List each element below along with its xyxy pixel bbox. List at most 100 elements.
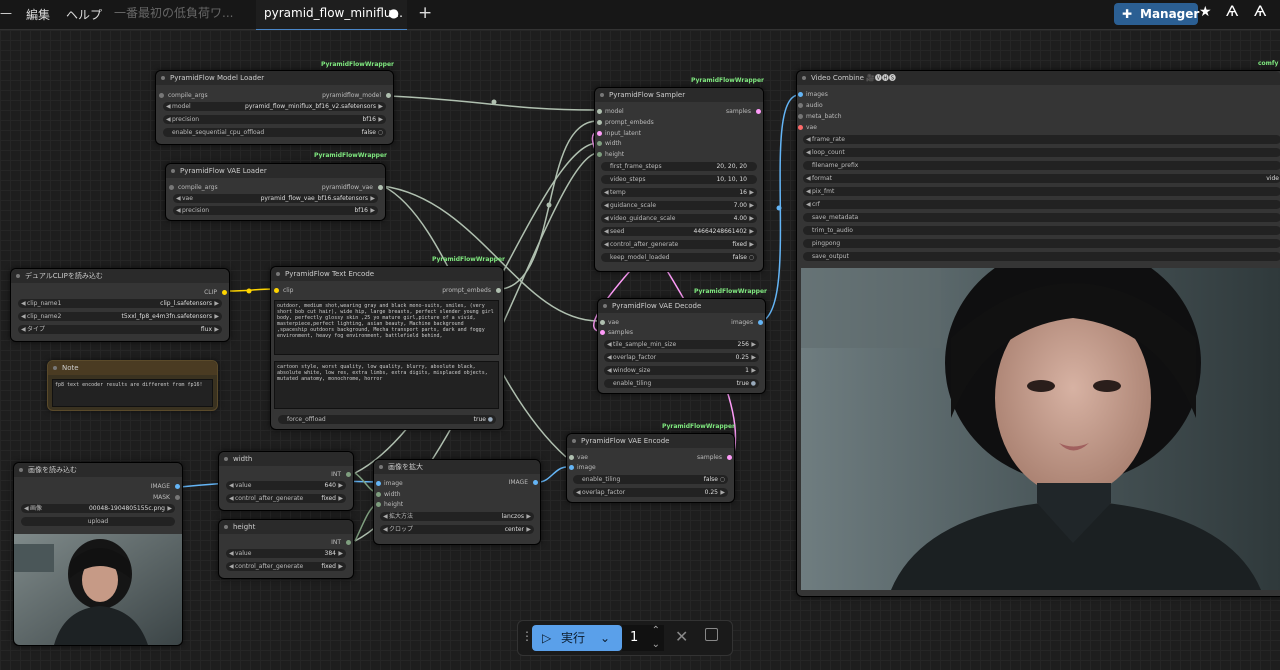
output-slot[interactable]	[346, 540, 351, 545]
run-button[interactable]: ▷ 実行 ⌄	[532, 625, 622, 651]
output-slot[interactable]	[378, 185, 383, 190]
input-slot[interactable]	[376, 492, 381, 497]
positive-prompt-input[interactable]: outdoor, medium shot,wearing gray and bl…	[274, 300, 499, 355]
widget-trim-to-audio[interactable]: trim_to_audio	[803, 226, 1280, 235]
input-slot[interactable]	[569, 465, 574, 470]
node-badge: PyramidFlowWrapper	[432, 256, 505, 263]
input-slot[interactable]	[597, 131, 602, 136]
input-slot[interactable]	[169, 185, 174, 190]
widget-clip-name2[interactable]: ◀ clip_name2 t5xxl_fp8_e4m3fn.safetensors ▶	[18, 312, 222, 321]
decrement-icon[interactable]: ⌄	[652, 632, 660, 658]
widget-first-frame-steps[interactable]: first_frame_steps 20, 20, 20	[601, 162, 757, 171]
widget-clip-name1[interactable]: ◀ clip_name1 clip_l.safetensors ▶	[18, 299, 222, 308]
widget-temp[interactable]: ◀ temp 16 ▶	[601, 188, 757, 197]
node-note[interactable]: Note fp8 text encoder results are differ…	[47, 360, 218, 411]
widget-crf[interactable]: ◀ crf	[803, 200, 1280, 209]
output-slot[interactable]	[533, 480, 538, 485]
widget-type[interactable]: ◀ タイプ flux ▶	[18, 325, 222, 334]
chevron-down-icon[interactable]: ⌄	[600, 625, 610, 651]
output-slot[interactable]	[346, 472, 351, 477]
widget-video-guidance-scale[interactable]: ◀ video_guidance_scale 4.00 ▶	[601, 214, 757, 223]
play-icon: ▷	[542, 631, 552, 645]
output-slot[interactable]	[758, 320, 763, 325]
widget-control-after-generate[interactable]: ◀ control_after_generate fixed ▶	[226, 562, 346, 571]
widget-seed[interactable]: ◀ seed 446642486​61402 ▶	[601, 227, 757, 236]
widget-sequential-offload[interactable]: enable_sequential_cpu_offload false ○	[163, 128, 386, 137]
widget-loop-count[interactable]: ◀ loop_count	[803, 148, 1280, 157]
node-load-image[interactable]: 画像を読み込む IMAGE MASK ◀ 画像 00048-1904805155c.…	[13, 462, 183, 646]
input-slot[interactable]	[798, 92, 803, 97]
widget-tile-sample-min-size[interactable]: ◀ tile_sample_min_size 256 ▶	[604, 340, 759, 349]
queue-count[interactable]: 1 ⌃ ⌄	[622, 625, 664, 651]
run-label: 実行	[561, 631, 586, 645]
input-slot[interactable]	[798, 114, 803, 119]
widget-enable-tiling[interactable]: enable_tiling true ●	[604, 379, 759, 388]
input-slot[interactable]	[376, 481, 381, 486]
widget-guidance-scale[interactable]: ◀ guidance_scale 7.00 ▶	[601, 201, 757, 210]
widget-precision[interactable]: ◀ precision bf16 ▶	[173, 206, 378, 215]
node-vae-loader[interactable]: PyramidFlow VAE Loader compile_args pyra…	[165, 163, 386, 221]
stop-icon[interactable]	[705, 628, 718, 641]
widget-enable-tiling[interactable]: enable_tiling false ○	[573, 475, 728, 484]
widget-crop[interactable]: ◀ クロップ center ▶	[380, 525, 534, 534]
input-slot[interactable]	[274, 288, 279, 293]
input-slot[interactable]	[600, 330, 605, 335]
widget-save-metadata[interactable]: save_metadata	[803, 213, 1280, 222]
output-slot[interactable]	[756, 109, 761, 114]
node-height[interactable]: height INT ◀ value 384 ▶ ◀ control_after_gen…	[218, 519, 354, 579]
node-image-upscale[interactable]: 画像を拡大 image width height IMAGE ◀ 拡大方法 lanc…	[373, 459, 541, 545]
widget-force-offload[interactable]: force_offload true ●	[278, 415, 496, 424]
widget-precision[interactable]: ◀ precision bf16 ▶	[163, 115, 386, 124]
output-slot[interactable]	[222, 290, 227, 295]
note-text[interactable]: fp8 text encoder results are different f…	[52, 379, 213, 407]
input-slot[interactable]	[597, 141, 602, 146]
widget-value[interactable]: ◀ value 640 ▶	[226, 481, 346, 490]
node-video-combine[interactable]: Video Combine 🎥🅥🅗🅢 images audio meta_bat…	[796, 70, 1280, 597]
input-slot[interactable]	[376, 502, 381, 507]
input-slot[interactable]	[159, 93, 164, 98]
output-slot[interactable]	[727, 455, 732, 460]
input-slot[interactable]	[600, 320, 605, 325]
widget-keep-model-loaded[interactable]: keep_model_loaded false ○	[601, 253, 757, 262]
node-width[interactable]: width INT ◀ value 640 ▶ ◀ control_after_gene…	[218, 451, 354, 511]
node-dual-clip-loader[interactable]: デュアルCLIPを読み込む CLIP ◀ clip_name1 clip_l.saf…	[10, 268, 230, 342]
output-slot[interactable]	[496, 288, 501, 293]
widget-pix-fmt[interactable]: ◀ pix_fmt	[803, 187, 1280, 196]
widget-video-steps[interactable]: video_steps 10, 10, 10	[601, 175, 757, 184]
upload-button[interactable]: upload	[21, 517, 175, 526]
widget-model[interactable]: ◀ model pyramid_flow_miniflux_bf16_v2.safe…	[163, 102, 386, 111]
widget-frame-rate[interactable]: ◀ frame_rate	[803, 135, 1280, 144]
input-slot[interactable]	[569, 455, 574, 460]
node-sampler[interactable]: PyramidFlow Sampler model prompt_embeds …	[594, 87, 764, 272]
widget-overlap-factor[interactable]: ◀ overlap_factor 0.25 ▶	[573, 488, 728, 497]
input-slot[interactable]	[798, 125, 803, 130]
node-badge: PyramidFlowWrapper	[662, 423, 735, 430]
widget-save-output[interactable]: save_output	[803, 252, 1280, 261]
output-label: CLIP	[204, 289, 217, 296]
node-vae-decode[interactable]: PyramidFlow VAE Decode vae samples image…	[597, 298, 766, 394]
input-slot[interactable]	[597, 120, 602, 125]
widget-control-after-generate[interactable]: ◀ control_after_generate fixed ▶	[226, 494, 346, 503]
widget-value[interactable]: ◀ value 384 ▶	[226, 549, 346, 558]
widget-image-file[interactable]: ◀ 画像 00048-1904805155c.png ▶	[21, 504, 175, 513]
node-text-encode[interactable]: PyramidFlow Text Encode clip prompt_embe…	[270, 266, 504, 430]
output-slot[interactable]	[175, 495, 180, 500]
negative-prompt-input[interactable]: cartoon style, worst quality, low qualit…	[274, 361, 499, 409]
input-slot[interactable]	[798, 103, 803, 108]
output-slot[interactable]	[386, 93, 391, 98]
node-model-loader[interactable]: PyramidFlow Model Loader compile_args py…	[155, 70, 394, 145]
widget-vae[interactable]: ◀ vae pyramid_flow_vae_bf16.safetensors ▶	[173, 194, 378, 203]
widget-upscale-method[interactable]: ◀ 拡大方法 lanczos ▶	[380, 512, 534, 521]
widget-window-size[interactable]: ◀ window_size 1 ▶	[604, 366, 759, 375]
node-vae-encode[interactable]: PyramidFlow VAE Encode vae image samples…	[566, 433, 735, 503]
widget-pingpong[interactable]: pingpong	[803, 239, 1280, 248]
widget-control-after-generate[interactable]: ◀ control_after_generate fixed ▶	[601, 240, 757, 249]
widget-filename-prefix[interactable]: filename_prefix	[803, 161, 1280, 170]
cancel-icon[interactable]: ✕	[675, 627, 688, 646]
node-title: 画像を読み込む	[14, 463, 182, 477]
input-slot[interactable]	[597, 152, 602, 157]
input-slot[interactable]	[597, 109, 602, 114]
output-slot[interactable]	[175, 484, 180, 489]
widget-overlap-factor[interactable]: ◀ overlap_factor 0.25 ▶	[604, 353, 759, 362]
widget-format[interactable]: ◀ format vide	[803, 174, 1280, 183]
